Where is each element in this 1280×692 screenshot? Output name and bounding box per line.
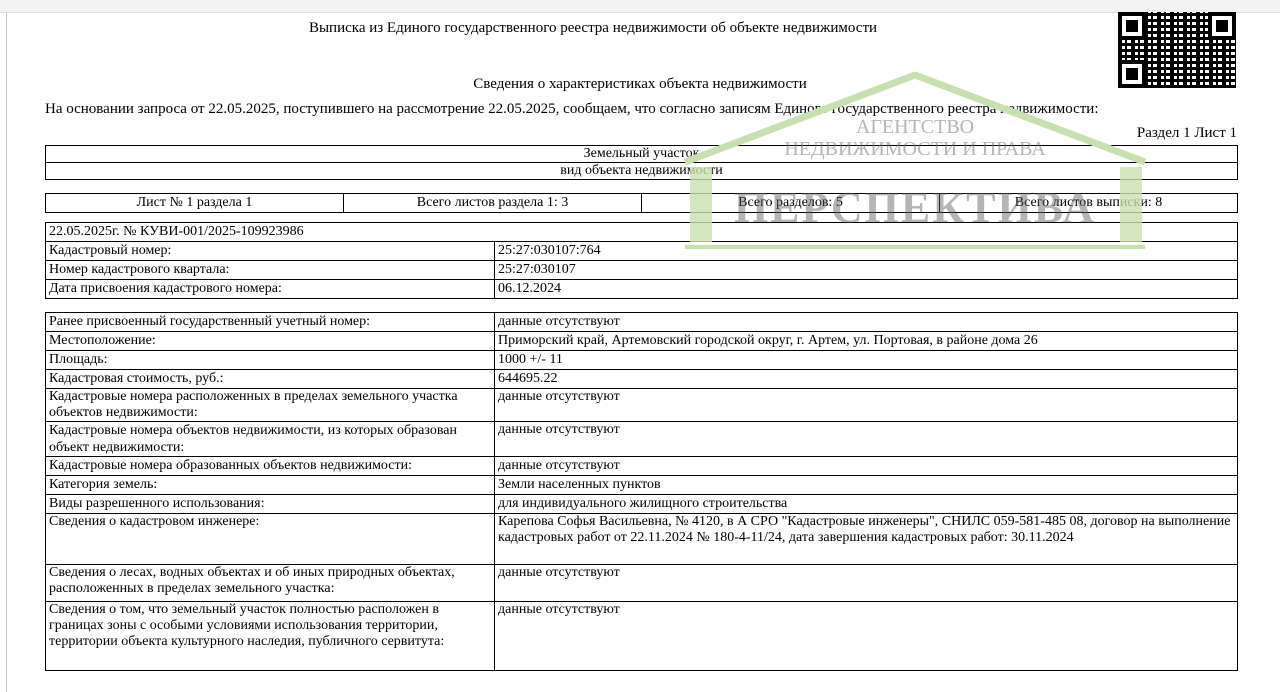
row-value: данные отсутствуют <box>494 564 1238 602</box>
row-label: Кадастровые номера объектов недвижимости… <box>45 421 495 457</box>
row-label: Кадастровая стоимость, руб.: <box>45 369 495 389</box>
sections-total: Всего разделов: 5 <box>641 193 940 213</box>
object-type-table: Земельный участок вид объекта недвижимос… <box>45 145 1238 180</box>
row-value: Земли населенных пунктов <box>494 475 1238 495</box>
table-row: Сведения о том, что земельный участок по… <box>45 601 1238 671</box>
table-row: Ранее присвоенный государственный учетны… <box>45 312 1238 332</box>
row-value: данные отсутствуют <box>494 421 1238 457</box>
row-value: данные отсутствуют <box>494 601 1238 671</box>
sheet-info-table: Лист № 1 раздела 1 Всего листов раздела … <box>45 193 1238 213</box>
table-row: Кадастровые номера образованных объектов… <box>45 456 1238 476</box>
row-label: Сведения о кадастровом инженере: <box>45 513 495 565</box>
row-label: Кадастровые номера образованных объектов… <box>45 456 495 476</box>
document-subtitle: Сведения о характеристиках объекта недви… <box>473 76 807 92</box>
record-id: 22.05.2025г. № КУВИ-001/2025-109923986 <box>45 222 1238 242</box>
table-row: Сведения о лесах, водных объектах и об и… <box>45 564 1238 602</box>
row-value: данные отсутствуют <box>494 456 1238 476</box>
characteristics-table: Ранее присвоенный государственный учетны… <box>45 312 1238 671</box>
table-row: Номер кадастрового квартала: 25:27:030107 <box>45 260 1238 280</box>
row-value: 25:27:030107:764 <box>494 241 1238 261</box>
row-value: Приморский край, Артемовский городской о… <box>494 331 1238 351</box>
row-label: Сведения о том, что земельный участок по… <box>45 601 495 671</box>
row-label: Виды разрешенного использования: <box>45 494 495 514</box>
table-row: Категория земель: Земли населенных пункто… <box>45 475 1238 495</box>
row-value: 1000 +/- 11 <box>494 350 1238 370</box>
table-row: Кадастровые номера объектов недвижимости… <box>45 421 1238 457</box>
row-value: данные отсутствуют <box>494 312 1238 332</box>
table-row: Дата присвоения кадастрового номера: 06.1… <box>45 279 1238 299</box>
document-title: Выписка из Единого государственного реес… <box>308 20 878 36</box>
row-value: для индивидуального жилищного строительс… <box>494 494 1238 514</box>
table-row: Кадастровая стоимость, руб.: 644695.22 <box>45 369 1238 389</box>
row-label: Площадь: <box>45 350 495 370</box>
row-label: Ранее присвоенный государственный учетны… <box>45 312 495 332</box>
row-label: Номер кадастрового квартала: <box>45 260 495 280</box>
row-label: Местоположение: <box>45 331 495 351</box>
viewer-toolbar <box>0 0 1280 13</box>
section-label: Раздел 1 Лист 1 <box>1136 125 1237 141</box>
row-label: Сведения о лесах, водных объектах и об и… <box>45 564 495 602</box>
row-value: данные отсутствуют <box>494 388 1238 422</box>
extract-sheets-total: Всего листов выписки: 8 <box>939 193 1238 213</box>
sheet-number: Лист № 1 раздела 1 <box>45 193 344 213</box>
section-sheets-total: Всего листов раздела 1: 3 <box>343 193 642 213</box>
object-type: Земельный участок <box>45 145 1238 163</box>
table-row: Местоположение: Приморский край, Артемовс… <box>45 331 1238 351</box>
row-value: 644695.22 <box>494 369 1238 389</box>
table-row: Кадастровый номер: 25:27:030107:764 <box>45 241 1238 261</box>
row-value: Карепова Софья Васильевна, № 4120, в А С… <box>494 513 1238 565</box>
table-row: Виды разрешенного использования: для инди… <box>45 494 1238 514</box>
table-row: Кадастровые номера расположенных в преде… <box>45 388 1238 422</box>
table-row: Площадь: 1000 +/- 11 <box>45 350 1238 370</box>
row-value: 06.12.2024 <box>494 279 1238 299</box>
row-label: Дата присвоения кадастрового номера: <box>45 279 495 299</box>
row-label: Кадастровый номер: <box>45 241 495 261</box>
table-row: Сведения о кадастровом инженере: Карепова… <box>45 513 1238 565</box>
row-label: Категория земель: <box>45 475 495 495</box>
row-label: Кадастровые номера расположенных в преде… <box>45 388 495 422</box>
identification-table: 22.05.2025г. № КУВИ-001/2025-109923986 К… <box>45 222 1238 299</box>
row-value: 25:27:030107 <box>494 260 1238 280</box>
intro-text: На основании запроса от 22.05.2025, пост… <box>45 101 1099 117</box>
object-type-caption: вид объекта недвижимости <box>45 162 1238 180</box>
